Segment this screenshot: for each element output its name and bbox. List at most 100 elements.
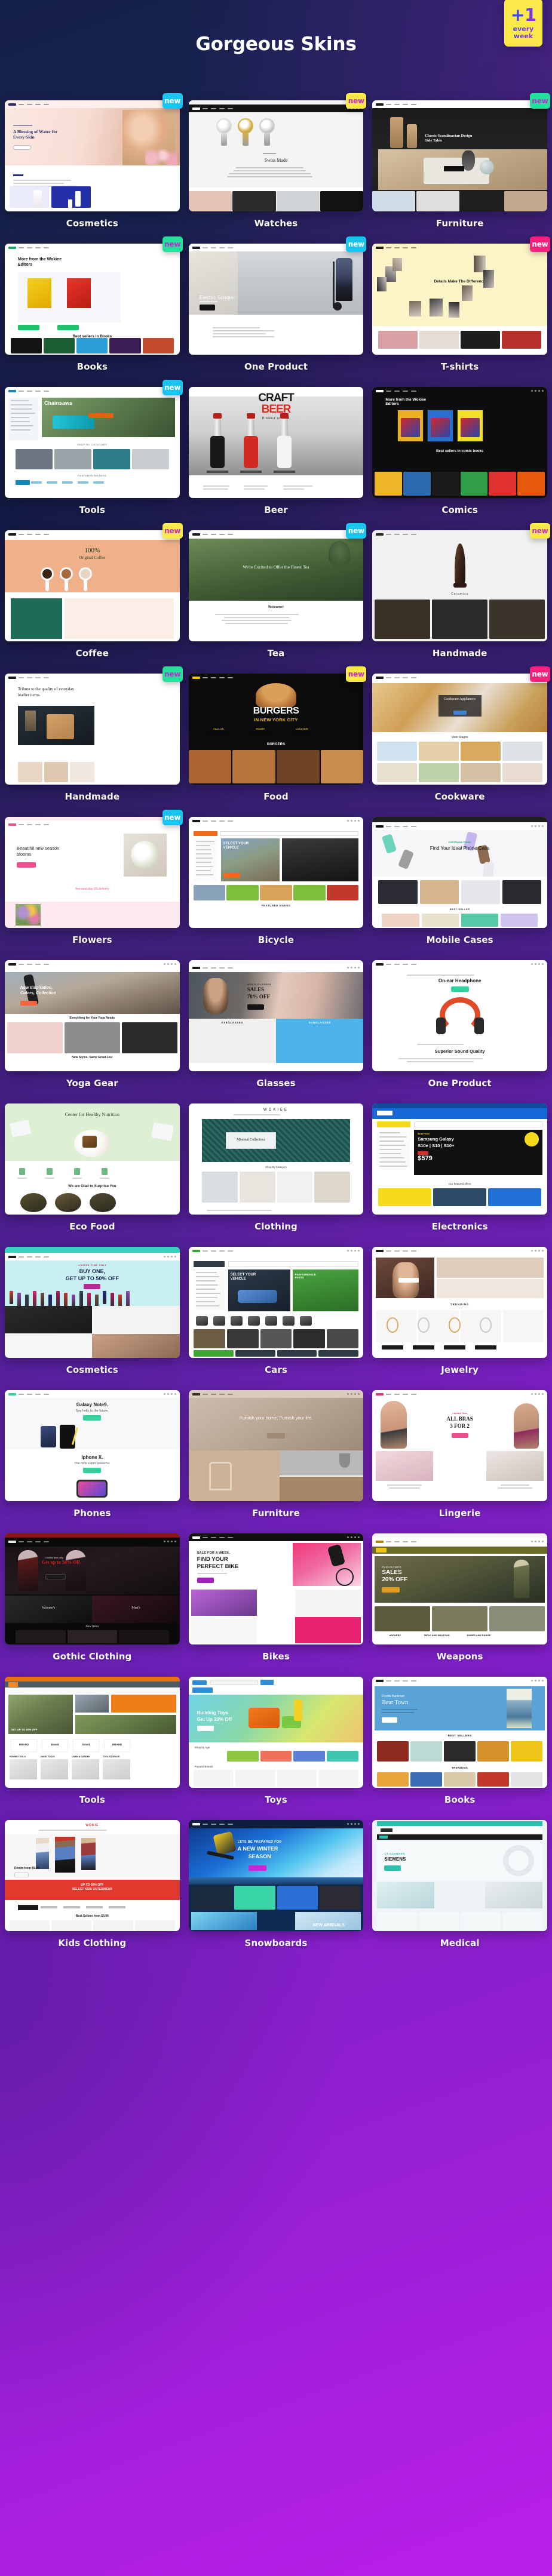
skin-cell: Building Toys Get Up 20% Off Shop by Age Po… <box>189 1677 364 1820</box>
mock-headline: LETS BE PREPARED FOR <box>238 1840 282 1844</box>
mock-nav-link <box>228 677 233 678</box>
skin-preview-card[interactable]: Limited Time ALL BRAS 3 FOR 2 <box>372 1390 547 1501</box>
skin-preview-card[interactable]: MEN'S GLASSES SALES 70% OFF EYEGLASSES SUNGL… <box>189 960 364 1071</box>
skin-preview-card[interactable]: Furnish your home, Furnish your life. <box>189 1390 364 1501</box>
skin-preview-card[interactable]: More from the Wokiee Editors Best sellers… <box>5 244 180 355</box>
mock-nav-link <box>35 964 41 965</box>
skin-preview-card[interactable]: SALE FOR A WEEK. FIND YOUR PERFECT BIKE <box>189 1533 364 1644</box>
mock-text-lines <box>397 1058 483 1062</box>
skin-cell: GET UP TO 50% OFF BRAND brand brand BRAND POW… <box>5 1677 180 1820</box>
mock-nav-link <box>211 534 216 535</box>
skin-preview-card[interactable]: WOKIEE Minimal Collection Shop by Category <box>189 1103 364 1215</box>
mock-headline: More from the Wokiee Editors <box>385 398 439 406</box>
mock-text-line <box>224 617 290 618</box>
mock-text-line <box>207 735 230 736</box>
mock-tile <box>260 1751 292 1762</box>
skin-preview-card[interactable]: Galaxy Note9. Say hello to the future. Iph… <box>5 1390 180 1501</box>
mock-headline: New Items <box>5 1625 180 1628</box>
mock-text-line <box>379 1145 406 1146</box>
skin-preview-card[interactable]: SELECT YOUR VEHICLE FEATURED MAKES <box>189 817 364 928</box>
mock-nav-link <box>386 826 391 827</box>
mock-nav-link <box>203 1537 208 1538</box>
mock-text-lines <box>196 841 215 875</box>
skin-preview-card[interactable]: Details Make The Difference <box>372 244 547 355</box>
mock-nav-icon <box>167 1541 169 1542</box>
skin-preview-card[interactable]: Limited time only Get up to 50% Off Women'… <box>5 1533 180 1644</box>
skin-preview-card[interactable]: SELECT YOUR VEHICLE PERFORMANCE PARTS <box>189 1247 364 1358</box>
skin-preview-card[interactable]: WOKIE Denim from $9.99 UP TO 30% OFF SELECT… <box>5 1820 180 1931</box>
mock-nav-links <box>386 247 529 248</box>
skin-preview-card[interactable]: Fredrik Backman Bear Town BEST SELLERS TREN… <box>372 1677 547 1788</box>
skin-label: Jewelry <box>372 1358 547 1385</box>
skin-preview-card[interactable]: Building Toys Get Up 20% Off Shop by Age Po… <box>189 1677 364 1788</box>
mock-nav-link <box>27 824 32 825</box>
skin-card-wrapper: GET UP TO 50% OFF BRAND brand brand BRAND POW… <box>5 1677 180 1788</box>
skin-preview-card[interactable]: BURGERS IN NEW YORK CITY CALL US HOURS LOCAT… <box>189 674 364 785</box>
mock-text-lines <box>226 167 314 177</box>
mock-tile <box>502 742 542 761</box>
mock-text-lines <box>98 1178 111 1179</box>
skin-preview-card[interactable]: We're Excited to Offer the Finest Tea Wel… <box>189 530 364 641</box>
skin-preview-card[interactable]: CT SCANNER SIEMENS <box>372 1820 547 1931</box>
mock-text-line <box>39 1830 108 1831</box>
mock-nav-icon <box>538 1250 540 1252</box>
skin-card-wrapper: New Inspiration, Colors, Collection Every… <box>5 960 180 1071</box>
mock-headline: brand <box>73 1743 99 1746</box>
skin-preview-card[interactable]: A Blessing of Water for Every Skin <box>5 100 180 211</box>
mock-nav-icon <box>171 1541 173 1542</box>
skin-preview-card[interactable]: Cookware Appliances Main Stages <box>372 674 547 785</box>
mock-text-line <box>196 1293 220 1294</box>
skin-preview-card[interactable]: On-ear Headphone Superior Sound Quality <box>372 960 547 1071</box>
skin-preview-card[interactable]: Classic Scandinavian Design Side Table <box>372 100 547 211</box>
skin-label: Coffee <box>5 641 180 669</box>
mock-nav-link <box>411 104 416 105</box>
skin-preview-card[interactable]: Cell Phone Cases Find Your Ideal Phone Ca… <box>372 817 547 928</box>
skin-preview-card[interactable]: Swiss Made <box>189 100 364 211</box>
skin-preview-card[interactable]: Electric Scooter <box>189 244 364 355</box>
skin-preview-card[interactable]: Tribute to the quality of everyday leath… <box>5 674 180 785</box>
mock-site-nav <box>5 1390 180 1398</box>
skin-card-wrapper: CT SCANNER SIEMENS <box>372 1820 547 1931</box>
mock-nav-link <box>211 820 216 822</box>
skin-card-wrapper: A Blessing of Water for Every Skin new <box>5 100 180 211</box>
skin-preview-card[interactable]: CLEARANCE SALES 20% OFF ARCHERY RIFLE AND SH… <box>372 1533 547 1644</box>
mock-tile-strip <box>375 1606 545 1631</box>
mock-text-lines <box>43 1178 56 1179</box>
mock-nav-icons <box>531 1250 544 1252</box>
mock-tile <box>382 914 419 927</box>
skin-label: Medical <box>372 1931 547 1959</box>
mock-nav-link <box>394 247 400 248</box>
mock-nav-link <box>203 534 208 535</box>
skin-cell: Fredrik Backman Bear Town BEST SELLERS TREN… <box>372 1677 547 1820</box>
skin-preview-card[interactable]: Chainsaws SHOP BY CATEGORY FEATURED BRANDS <box>5 387 180 498</box>
skin-preview-card[interactable]: Center for Healthy Nutrition We are Glad … <box>5 1103 180 1215</box>
skin-card-wrapper: Details Make The Difference new <box>372 244 547 355</box>
skin-preview-card[interactable]: Best Price Samsung Galaxy S10e | S10 | S10… <box>372 1103 547 1215</box>
mock-tile <box>293 885 326 900</box>
skin-preview-card[interactable]: Beautiful new season blooms free next-day… <box>5 817 180 928</box>
skin-preview-card[interactable]: 100% Original Coffee <box>5 530 180 641</box>
mock-tile <box>444 1772 476 1787</box>
mock-nav-link <box>386 964 391 965</box>
mock-tile <box>327 1329 358 1348</box>
mock-tile <box>419 742 459 761</box>
mock-text-line <box>379 1157 404 1158</box>
mock-tile-strip <box>10 1920 175 1931</box>
skin-preview-card[interactable]: More from the Wokiee Editors Best sellers… <box>372 387 547 498</box>
skin-preview-card[interactable]: CRAFT BEER Brewed in USA <box>189 387 364 498</box>
skin-preview-card[interactable]: GET UP TO 50% OFF BRAND brand brand BRAND POW… <box>5 1677 180 1788</box>
mock-nav-link <box>19 1394 24 1395</box>
mock-nav-links <box>19 1541 161 1542</box>
mock-tile <box>202 1172 238 1203</box>
skin-preview-card[interactable]: Ceramics <box>372 530 547 641</box>
skin-preview-card[interactable]: LETS BE PREPARED FOR A NEW WINTER SEASON NE… <box>189 1820 364 1931</box>
mock-nav-link <box>386 534 391 535</box>
skin-label: Toys <box>189 1788 364 1815</box>
skin-preview-card[interactable]: TRENDING <box>372 1247 547 1358</box>
skin-preview-card[interactable]: New Inspiration, Colors, Collection Every… <box>5 960 180 1071</box>
skin-preview-card[interactable]: LIMITED TIME ONLY BUY ONE, GET UP TO 50% O… <box>5 1247 180 1358</box>
mock-tile <box>226 885 259 900</box>
mock-headline: Fredrik Backman <box>382 1695 404 1698</box>
mock-headline: Denim from $9.99 <box>14 1867 39 1870</box>
skin-label: T-shirts <box>372 355 547 382</box>
